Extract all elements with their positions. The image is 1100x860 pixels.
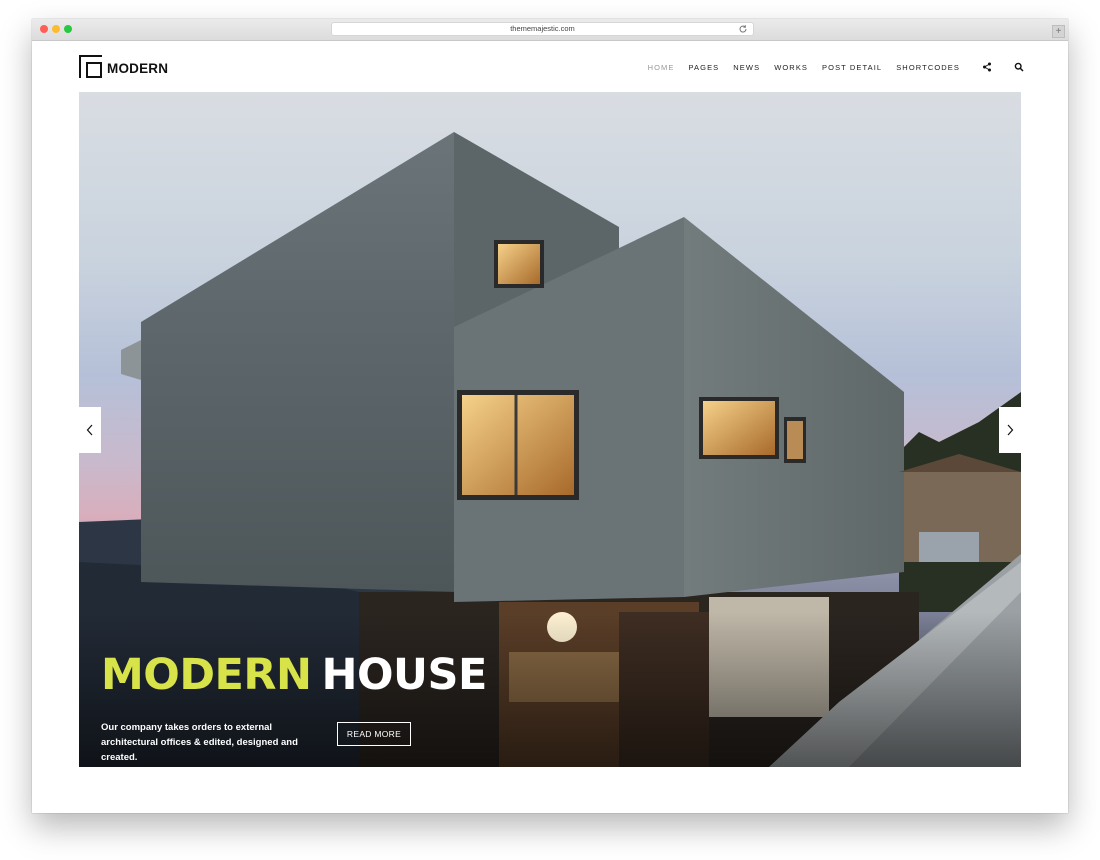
- reload-icon[interactable]: [738, 24, 748, 34]
- share-icon[interactable]: [982, 62, 992, 72]
- logo-text: MODERN: [107, 60, 169, 76]
- close-window-button[interactable]: [40, 25, 48, 33]
- main-navigation: HOME PAGES NEWS WORKS POST DETAIL SHORTC…: [634, 60, 1024, 74]
- hero-description: Our company takes orders to external arc…: [101, 722, 298, 763]
- chevron-right-icon: [1007, 424, 1014, 436]
- hero-slider: MODERN HOUSE Our company takes orders to …: [79, 92, 1021, 767]
- nav-news[interactable]: NEWS: [733, 63, 760, 72]
- nav-pages[interactable]: PAGES: [688, 63, 719, 72]
- site-logo[interactable]: MODERN: [79, 55, 168, 79]
- slider-next-button[interactable]: [999, 407, 1021, 453]
- read-more-button[interactable]: READ MORE: [337, 722, 411, 746]
- browser-window: thememajestic.com + MODERN HOME PAGES NE…: [32, 19, 1068, 813]
- nav-post-detail[interactable]: POST DETAIL: [822, 63, 882, 72]
- nav-home[interactable]: HOME: [648, 63, 675, 72]
- zoom-window-button[interactable]: [64, 25, 72, 33]
- nav-shortcodes[interactable]: SHORTCODES: [896, 63, 960, 72]
- logo-mark-icon: [79, 55, 102, 78]
- nav-works[interactable]: WORKS: [774, 63, 808, 72]
- browser-toolbar: thememajestic.com +: [32, 19, 1068, 41]
- search-icon[interactable]: [1014, 62, 1024, 72]
- minimize-window-button[interactable]: [52, 25, 60, 33]
- hero-title-accent: MODERN: [101, 650, 312, 700]
- url-text: thememajestic.com: [510, 24, 575, 33]
- address-bar[interactable]: thememajestic.com: [331, 22, 754, 36]
- chevron-left-icon: [86, 424, 93, 436]
- hero-title: MODERN HOUSE: [101, 650, 487, 700]
- hero-title-main: HOUSE: [321, 650, 488, 700]
- slider-prev-button[interactable]: [79, 407, 101, 453]
- new-tab-icon[interactable]: +: [1052, 25, 1065, 38]
